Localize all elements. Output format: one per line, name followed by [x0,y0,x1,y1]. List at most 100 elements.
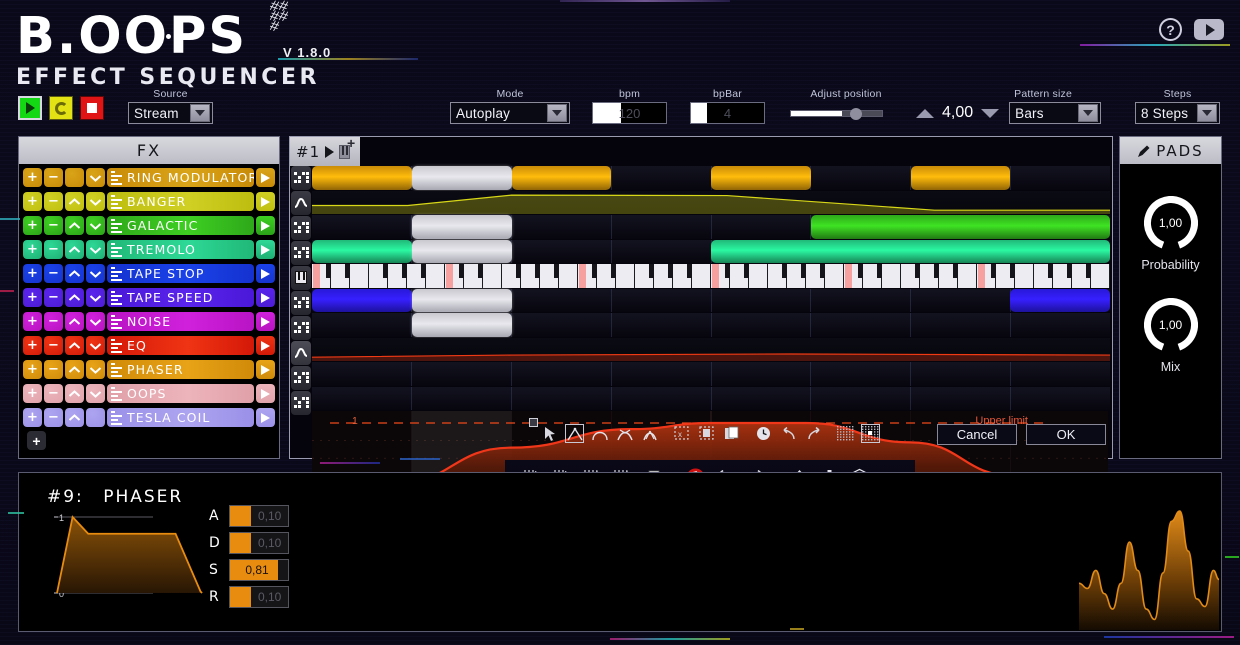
cancel-button[interactable]: Cancel [937,424,1017,445]
fx-move-down-button[interactable] [86,360,105,379]
fx-add-button[interactable]: + [23,240,42,259]
fx-move-up-button[interactable] [65,240,84,259]
fx-remove-button[interactable]: − [44,168,63,187]
pattern-play-icon[interactable] [325,145,335,158]
steps-icon[interactable] [291,366,311,390]
fx-play-button[interactable] [256,216,275,235]
fx-move-up-button[interactable] [65,360,84,379]
fx-add-row-button[interactable]: + [27,431,46,450]
curve-icon[interactable] [291,341,311,365]
fx-play-button[interactable] [256,264,275,283]
play-icon[interactable] [18,96,42,120]
step-cell[interactable] [411,288,512,312]
fx-play-button[interactable] [256,192,275,211]
fx-move-down-button[interactable] [86,192,105,211]
pad-knob-mix[interactable]: 1,00 [1143,298,1198,352]
step-cell[interactable] [711,239,1110,263]
fx-remove-button[interactable]: − [44,336,63,355]
bpbar-input[interactable]: 4 [690,102,765,124]
envelope-graph[interactable]: 10 [49,509,223,601]
step-cell[interactable] [312,166,412,190]
fx-move-up-button[interactable] [65,288,84,307]
fx-move-up-button[interactable] [65,264,84,283]
pattern-tab[interactable]: #1 + [290,135,360,166]
fx-remove-button[interactable]: − [44,216,63,235]
step-cell[interactable] [411,166,512,190]
steps-icon[interactable] [291,166,311,190]
shape-spike-up-icon[interactable] [615,424,634,443]
stop-icon[interactable] [80,96,104,120]
fx-add-button[interactable]: + [23,168,42,187]
add-pattern-button[interactable]: + [347,135,355,151]
loop-icon[interactable] [49,96,73,120]
fx-move-down-button[interactable] [86,384,105,403]
step-cell[interactable] [312,288,412,312]
shape-peak-icon[interactable] [565,424,584,443]
fx-remove-button[interactable]: − [44,312,63,331]
fx-move-up-button[interactable] [65,216,84,235]
fx-remove-button[interactable]: − [44,192,63,211]
fx-remove-button[interactable]: − [44,384,63,403]
fx-move-down-button[interactable] [86,240,105,259]
fx-add-button[interactable]: + [23,336,42,355]
fx-add-button[interactable]: + [23,384,42,403]
fx-name-tape-stop[interactable]: TAPE STOP [107,264,254,283]
fx-name-phaser[interactable]: PHASER [107,360,254,379]
fx-name-ring-modulator[interactable]: RING MODULATOR [107,168,254,187]
grid-snap-icon[interactable] [861,424,880,443]
grid-fine-icon[interactable] [836,424,855,443]
fx-move-up-button[interactable] [65,312,84,331]
mode-select[interactable]: Autoplay [450,102,570,124]
source-select[interactable]: Stream [128,102,213,124]
steps-icon[interactable] [291,391,311,415]
fx-name-tape-speed[interactable]: TAPE SPEED [107,288,254,307]
cursor-icon[interactable] [540,424,559,443]
fx-play-button[interactable] [256,360,275,379]
fx-move-down-button[interactable] [86,216,105,235]
adsr-slider-d[interactable]: 0,10 [229,532,289,554]
curve-icon[interactable] [291,191,311,215]
step-cell[interactable] [1010,288,1110,312]
bpm-input[interactable]: 120 [592,102,667,124]
ok-button[interactable]: OK [1026,424,1106,445]
fx-name-noise[interactable]: NOISE [107,312,254,331]
fx-name-tremolo[interactable]: TREMOLO [107,240,254,259]
step-cell[interactable] [312,239,412,263]
curve-lane[interactable] [312,190,1110,214]
step-cell[interactable] [411,239,512,263]
fx-play-button[interactable] [256,240,275,259]
cut-icon[interactable]: x [672,424,691,443]
steps-select[interactable]: 8 Steps [1135,102,1220,124]
fx-play-button[interactable] [256,312,275,331]
pattern-size-increase[interactable] [916,108,934,118]
clock-icon[interactable] [754,424,773,443]
fx-play-button[interactable] [256,336,275,355]
paste-icon[interactable] [722,424,741,443]
shape-arc-icon[interactable] [590,424,609,443]
shape-spike-split-icon[interactable] [640,424,659,443]
question-mark-icon[interactable]: ? [1159,18,1182,41]
keys-icon[interactable] [291,266,311,290]
fx-remove-button[interactable]: − [44,240,63,259]
fx-move-up-button[interactable] [65,336,84,355]
pattern-size-decrease[interactable] [981,108,1000,118]
undo-icon[interactable] [779,424,798,443]
step-cell[interactable] [411,313,512,337]
fx-move-down-button[interactable] [86,264,105,283]
steps-icon[interactable] [291,316,311,340]
steps-icon[interactable] [291,241,311,265]
fx-add-button[interactable]: + [23,360,42,379]
fx-move-down-button[interactable] [86,336,105,355]
fx-move-down-button[interactable] [86,168,105,187]
fx-move-down-button[interactable] [86,312,105,331]
pad-knob-probability[interactable]: 1,00 [1143,196,1198,250]
fx-play-button[interactable] [256,408,275,427]
step-cell[interactable] [910,166,1011,190]
steps-icon[interactable] [291,291,311,315]
step-cell[interactable] [411,215,512,239]
pattern-size-unit-select[interactable]: Bars [1009,102,1102,124]
fx-add-button[interactable]: + [23,264,42,283]
fx-add-button[interactable]: + [23,408,42,427]
fx-remove-button[interactable]: − [44,360,63,379]
redo-icon[interactable] [804,424,823,443]
